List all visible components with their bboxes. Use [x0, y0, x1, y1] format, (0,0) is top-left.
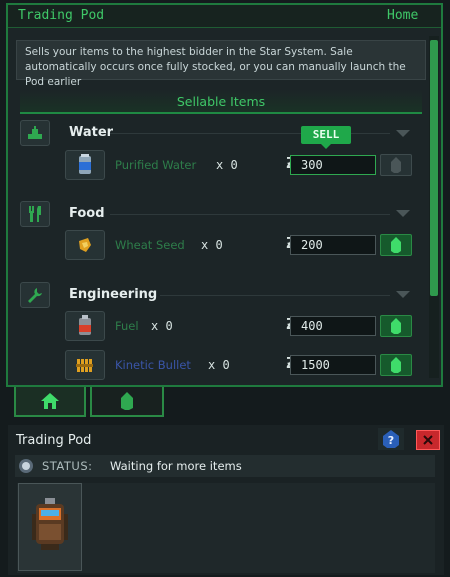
seed-bag-icon — [79, 238, 91, 252]
wrench-icon — [28, 288, 42, 303]
item-name-kinetic-bullet: Kinetic Bullet — [115, 358, 191, 372]
engineering-category-icon — [20, 282, 50, 308]
tab-pod[interactable] — [90, 387, 164, 417]
water-category-icon — [20, 120, 50, 146]
food-category-icon — [20, 201, 50, 227]
price-input[interactable]: 400 — [290, 316, 376, 336]
item-name-purified-water: Purified Water — [115, 158, 197, 172]
price-input[interactable]: 200 — [290, 235, 376, 255]
pod-icon — [391, 237, 401, 253]
pod-icon — [391, 357, 401, 373]
sell-button[interactable] — [380, 315, 412, 337]
sellable-items-title: Sellable Items — [176, 94, 266, 109]
chevron-down-icon[interactable] — [396, 291, 410, 298]
sell-button[interactable] — [380, 354, 412, 376]
sellable-items-header: Sellable Items — [20, 90, 422, 114]
price-input[interactable]: 300 — [290, 155, 376, 175]
ammo-icon — [76, 359, 93, 372]
water-icon — [28, 126, 42, 139]
close-icon — [423, 435, 433, 445]
price-input[interactable]: 1500 — [290, 355, 376, 375]
item-qty: x 0 — [216, 158, 238, 172]
divider — [110, 214, 390, 215]
item-name-wheat-seed: Wheat Seed — [115, 238, 185, 252]
divider — [160, 295, 390, 296]
category-label-food: Food — [69, 206, 105, 221]
home-link[interactable]: Home — [387, 8, 418, 23]
chevron-down-icon[interactable] — [396, 210, 410, 217]
item-icon-wheat-seed — [65, 230, 105, 260]
scrollbar-thumb[interactable] — [430, 40, 438, 296]
tooltip-arrow — [321, 144, 331, 149]
fuel-canister-icon — [79, 315, 91, 335]
info-icon — [19, 459, 33, 473]
pod-slot[interactable] — [18, 483, 82, 571]
status-label: STATUS: — [42, 459, 93, 473]
chevron-down-icon[interactable] — [396, 130, 410, 137]
category-label-engineering: Engineering — [69, 287, 158, 302]
status-icon — [18, 458, 34, 478]
water-can-icon — [79, 154, 91, 174]
pod-icon — [391, 318, 401, 334]
sell-button-disabled[interactable] — [380, 154, 412, 176]
item-icon-purified-water — [65, 150, 105, 180]
sell-button[interactable] — [380, 234, 412, 256]
category-label-water: Water — [69, 125, 114, 140]
help-button[interactable]: ? — [378, 428, 404, 450]
svg-text:?: ? — [388, 434, 394, 447]
description-box: Sells your items to the highest bidder i… — [16, 40, 426, 88]
sell-tooltip: SELL — [301, 126, 351, 144]
item-icon-kinetic-bullet — [65, 350, 105, 380]
pod-icon — [121, 392, 133, 410]
close-button[interactable] — [416, 430, 440, 450]
fork-knife-icon — [29, 206, 41, 222]
item-qty: x 0 — [201, 238, 223, 252]
lower-title: Trading Pod — [16, 433, 92, 448]
trading-pod-icon — [32, 498, 68, 550]
tab-home[interactable] — [14, 387, 86, 417]
item-name-fuel: Fuel — [115, 319, 139, 333]
panel-title: Trading Pod — [18, 8, 105, 23]
item-qty: x 0 — [208, 358, 230, 372]
help-icon: ? — [383, 430, 399, 448]
item-icon-fuel — [65, 311, 105, 341]
status-text: Waiting for more items — [110, 459, 242, 473]
pod-icon — [391, 157, 401, 173]
home-icon — [41, 393, 59, 409]
item-qty: x 0 — [151, 319, 173, 333]
